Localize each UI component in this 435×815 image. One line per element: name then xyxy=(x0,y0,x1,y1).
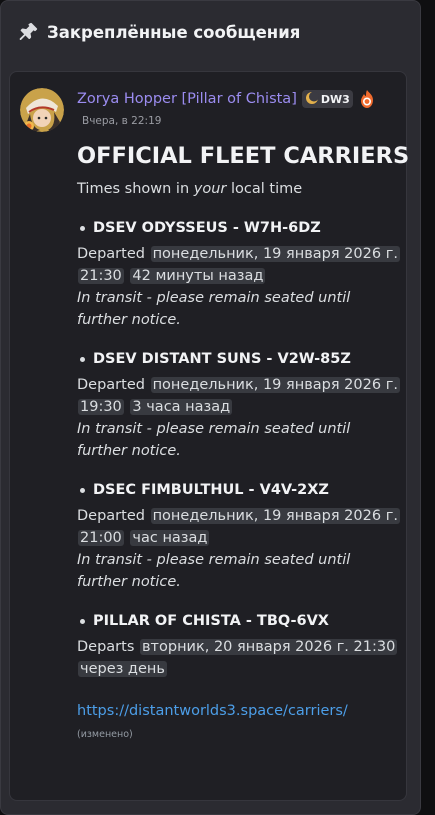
bullet-icon xyxy=(80,356,85,362)
message-headline: OFFICIAL FLEET CARRIERS xyxy=(77,143,410,169)
pin-icon xyxy=(17,21,39,43)
departure-line: 19:30 3 часа назад xyxy=(77,396,395,418)
bullet-icon xyxy=(80,487,85,493)
author-row: Zorya Hopper [Pillar of Chista] DW3 xyxy=(77,89,376,109)
time-chip[interactable]: 19:30 xyxy=(78,399,124,415)
departure-line: Departs вторник, 20 января 2026 г. 21:30 xyxy=(77,639,398,655)
tag-text: DW3 xyxy=(320,92,350,106)
departure-line: Departed понедельник, 19 января 2026 г. xyxy=(77,246,400,262)
carrier-entry: DSEV ODYSSEUS - W7H-6DZ Departed понедел… xyxy=(77,217,400,331)
time-chip[interactable]: 21:00 xyxy=(78,530,124,546)
moon-icon xyxy=(305,90,319,109)
panel-header: Закреплённые сообщения xyxy=(1,1,420,63)
message-content: OFFICIAL FLEET CARRIERS Times shown in y… xyxy=(77,142,410,746)
carrier-title: DSEC FIMBULTHUL - V4V-2XZ xyxy=(77,479,395,501)
departure-line: через день xyxy=(77,658,395,680)
relative-time-chip[interactable]: час назад xyxy=(130,530,210,546)
transit-note: In transit - please remain seated until … xyxy=(77,552,351,590)
relative-time-chip[interactable]: 3 часа назад xyxy=(130,399,233,415)
edited-label[interactable]: (изменено) xyxy=(77,724,395,746)
relative-time-chip[interactable]: 42 минуты назад xyxy=(130,268,266,284)
date-chip[interactable]: вторник, 20 января 2026 г. 21:30 xyxy=(140,639,398,655)
carrier-entry: PILLAR OF CHISTA - TBQ-6VX Departs вторн… xyxy=(77,610,398,680)
intro-text: Times shown in your local time xyxy=(77,181,303,197)
bullet-icon xyxy=(80,618,85,624)
pinned-message[interactable]: Zorya Hopper [Pillar of Chista] DW3 Вчер… xyxy=(9,71,410,801)
author-name[interactable]: Zorya Hopper [Pillar of Chista] xyxy=(77,91,297,107)
transit-note: In transit - please remain seated until … xyxy=(77,290,351,328)
server-tag[interactable]: DW3 xyxy=(301,90,353,109)
carrier-entry: DSEC FIMBULTHUL - V4V-2XZ Departed понед… xyxy=(77,479,400,593)
carrier-entry: DSEV DISTANT SUNS - V2W-85Z Departed пон… xyxy=(77,348,400,462)
departure-line: 21:00 час назад xyxy=(77,527,395,549)
role-icon xyxy=(358,89,376,109)
departure-line: Departed понедельник, 19 января 2026 г. xyxy=(77,508,400,524)
carriers-link[interactable]: https://distantworlds3.space/carriers/ xyxy=(77,700,395,722)
pinned-messages-panel: Закреплённые сообщения Zorya Hopper [Pil… xyxy=(0,0,421,815)
carrier-title: DSEV ODYSSEUS - W7H-6DZ xyxy=(77,217,395,239)
bullet-icon xyxy=(80,225,85,231)
date-chip[interactable]: понедельник, 19 января 2026 г. xyxy=(150,508,400,524)
date-chip[interactable]: понедельник, 19 января 2026 г. xyxy=(150,246,400,262)
carrier-title: DSEV DISTANT SUNS - V2W-85Z xyxy=(77,348,395,370)
time-chip[interactable]: 21:30 xyxy=(78,268,124,284)
relative-time-chip[interactable]: через день xyxy=(78,661,167,677)
panel-title: Закреплённые сообщения xyxy=(47,22,301,42)
carrier-title: PILLAR OF CHISTA - TBQ-6VX xyxy=(77,610,395,632)
avatar[interactable] xyxy=(20,88,64,132)
transit-note: In transit - please remain seated until … xyxy=(77,421,351,459)
departure-line: 21:30 42 минуты назад xyxy=(77,265,395,287)
departure-line: Departed понедельник, 19 января 2026 г. xyxy=(77,377,400,393)
message-timestamp[interactable]: Вчера, в 22:19 xyxy=(82,115,161,127)
date-chip[interactable]: понедельник, 19 января 2026 г. xyxy=(150,377,400,393)
